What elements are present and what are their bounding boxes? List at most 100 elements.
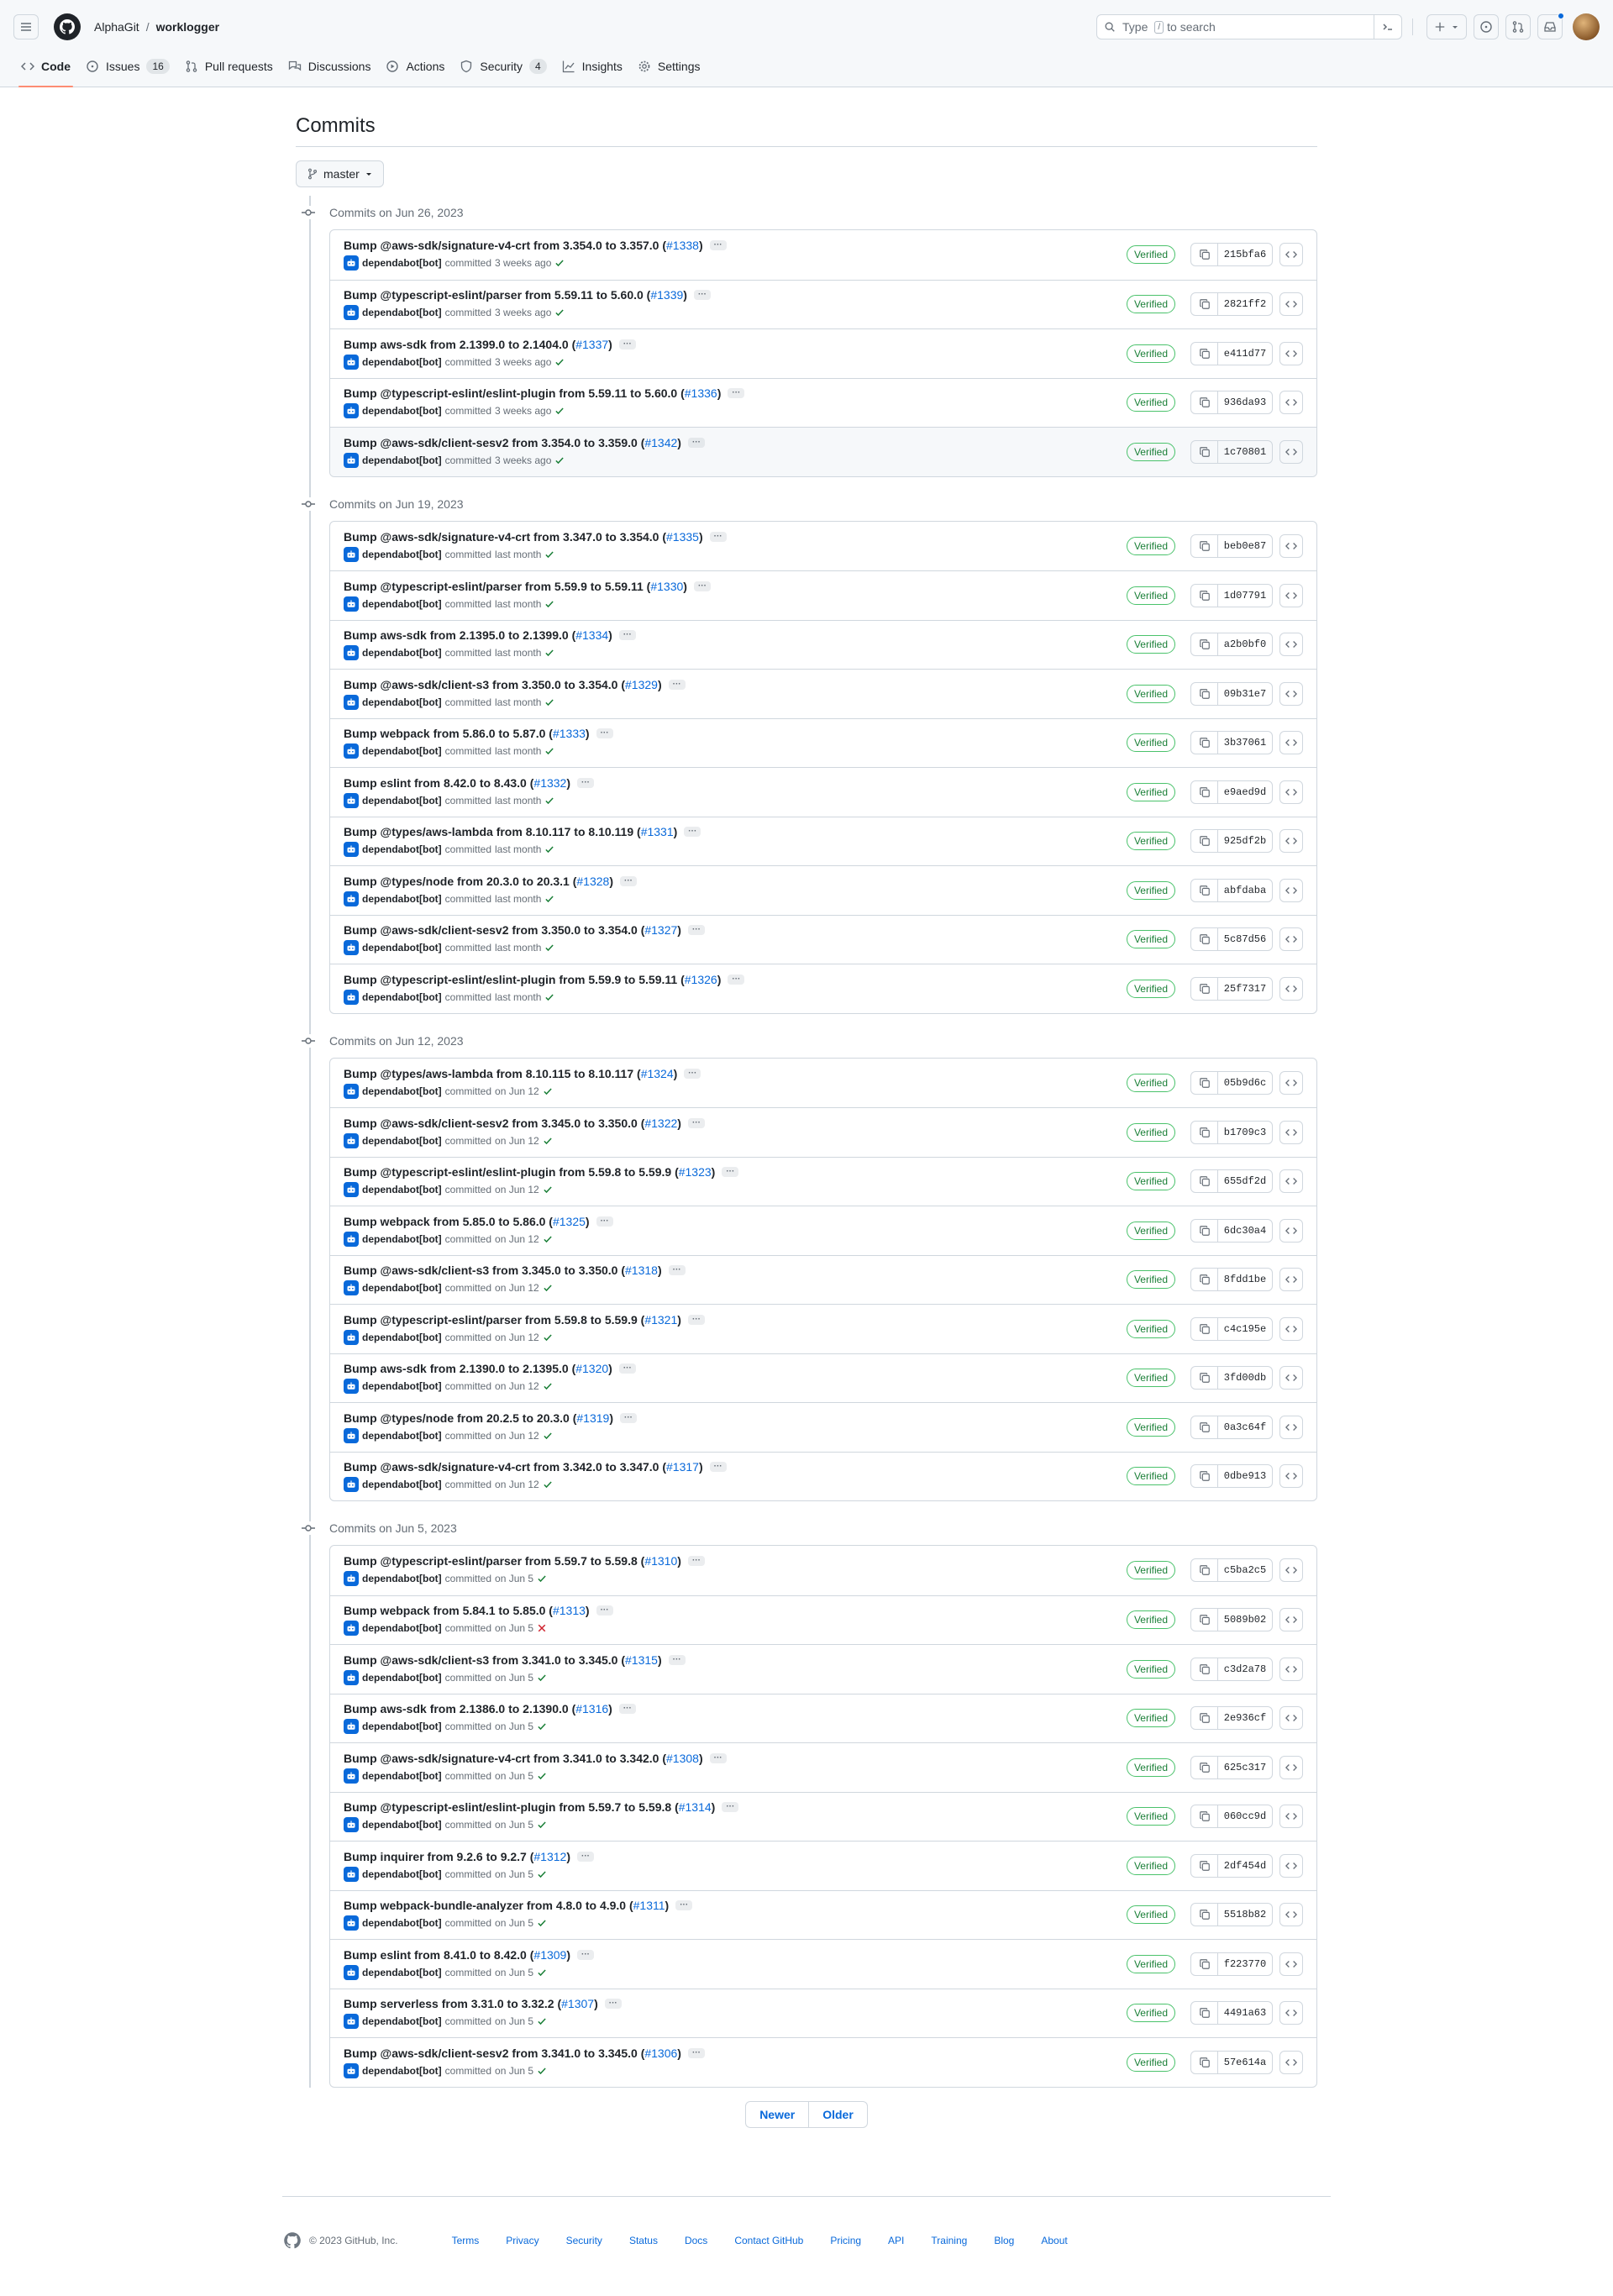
commit-title-link[interactable]: Bump @types/node from 20.2.5 to 20.3.0 (… — [344, 1411, 613, 1425]
copy-sha-button[interactable] — [1191, 1854, 1218, 1877]
commit-sha-link[interactable]: 05b9d6c — [1218, 1072, 1272, 1094]
dependabot-avatar[interactable] — [344, 1768, 359, 1784]
commit-sha-link[interactable]: 5518b82 — [1218, 1904, 1272, 1926]
verified-badge[interactable]: Verified — [1126, 1807, 1175, 1826]
verified-badge[interactable]: Verified — [1126, 295, 1175, 314]
check-icon[interactable] — [554, 357, 565, 367]
expand-commit-message-button[interactable]: ··· — [596, 728, 613, 739]
footer-link[interactable]: Blog — [980, 2235, 1027, 2246]
commit-title-link[interactable]: Bump @aws-sdk/client-s3 from 3.341.0 to … — [344, 1653, 662, 1667]
copy-sha-button[interactable] — [1191, 1170, 1218, 1193]
pull-request-link[interactable]: #1306 — [644, 2046, 677, 2060]
commit-author-link[interactable]: dependabot[bot] — [362, 598, 442, 610]
expand-commit-message-button[interactable]: ··· — [596, 1605, 613, 1616]
commit-title-link[interactable]: Bump @typescript-eslint/eslint-plugin fr… — [344, 973, 721, 986]
browse-repo-at-commit-button[interactable] — [1279, 1169, 1303, 1194]
commit-author-link[interactable]: dependabot[bot] — [362, 1135, 442, 1147]
commit-author-link[interactable]: dependabot[bot] — [362, 356, 442, 368]
check-icon[interactable] — [544, 648, 554, 658]
copy-sha-button[interactable] — [1191, 1071, 1218, 1094]
verified-badge[interactable]: Verified — [1126, 393, 1175, 412]
commit-title-link[interactable]: Bump @typescript-eslint/parser from 5.59… — [344, 288, 687, 302]
check-icon[interactable] — [543, 1234, 553, 1244]
commit-title-link[interactable]: Bump eslint from 8.42.0 to 8.43.0 (#1332… — [344, 776, 570, 790]
copy-sha-button[interactable] — [1191, 1707, 1218, 1730]
pull-request-link[interactable]: #1328 — [576, 875, 609, 888]
commit-author-link[interactable]: dependabot[bot] — [362, 549, 442, 560]
pull-request-link[interactable]: #1326 — [685, 973, 717, 986]
dependabot-avatar[interactable] — [344, 354, 359, 370]
expand-commit-message-button[interactable]: ··· — [709, 1462, 727, 1473]
newer-button[interactable]: Newer — [745, 2100, 810, 2128]
commit-author-link[interactable]: dependabot[bot] — [362, 2015, 442, 2027]
x-icon[interactable] — [537, 1623, 547, 1633]
browse-repo-at-commit-button[interactable] — [1279, 533, 1303, 558]
expand-commit-message-button[interactable]: ··· — [577, 777, 595, 788]
commit-title-link[interactable]: Bump @typescript-eslint/eslint-plugin fr… — [344, 1165, 715, 1179]
verified-badge[interactable]: Verified — [1126, 979, 1175, 998]
commit-title-link[interactable]: Bump @aws-sdk/client-sesv2 from 3.341.0 … — [344, 2046, 681, 2060]
verified-badge[interactable]: Verified — [1126, 930, 1175, 949]
pull-request-link[interactable]: #1342 — [644, 436, 677, 449]
check-icon[interactable] — [554, 455, 565, 465]
copy-sha-button[interactable] — [1191, 1317, 1218, 1340]
verified-badge[interactable]: Verified — [1126, 880, 1175, 900]
copy-sha-button[interactable] — [1191, 1219, 1218, 1242]
commit-title-link[interactable]: Bump aws-sdk from 2.1390.0 to 2.1395.0 (… — [344, 1362, 612, 1375]
commit-sha-link[interactable]: 09b31e7 — [1218, 683, 1272, 705]
commit-sha-link[interactable]: c4c195e — [1218, 1318, 1272, 1340]
browse-repo-at-commit-button[interactable] — [1279, 583, 1303, 607]
copy-sha-button[interactable] — [1191, 244, 1218, 266]
pull-request-link[interactable]: #1319 — [576, 1411, 609, 1425]
dependabot-avatar[interactable] — [344, 255, 359, 271]
tab-issues[interactable]: Issues 16 — [78, 46, 177, 87]
command-palette-icon[interactable] — [1374, 15, 1395, 39]
commit-title-link[interactable]: Bump @aws-sdk/client-s3 from 3.345.0 to … — [344, 1264, 662, 1277]
browse-repo-at-commit-button[interactable] — [1279, 1464, 1303, 1489]
commit-sha-link[interactable]: c5ba2c5 — [1218, 1559, 1272, 1581]
commit-sha-link[interactable]: 6dc30a4 — [1218, 1220, 1272, 1242]
commit-author-link[interactable]: dependabot[bot] — [362, 647, 442, 659]
commit-title-link[interactable]: Bump @aws-sdk/signature-v4-crt from 3.34… — [344, 530, 703, 544]
expand-commit-message-button[interactable]: ··· — [668, 1654, 686, 1665]
browse-repo-at-commit-button[interactable] — [1279, 633, 1303, 657]
commit-author-link[interactable]: dependabot[bot] — [362, 257, 442, 269]
browse-repo-at-commit-button[interactable] — [1279, 1366, 1303, 1390]
check-icon[interactable] — [543, 1136, 553, 1146]
inbox-button[interactable] — [1537, 13, 1564, 39]
verified-badge[interactable]: Verified — [1126, 536, 1175, 555]
dependabot-avatar[interactable] — [344, 989, 359, 1005]
verified-badge[interactable]: Verified — [1126, 1122, 1175, 1142]
browse-repo-at-commit-button[interactable] — [1279, 1853, 1303, 1878]
verified-badge[interactable]: Verified — [1126, 1659, 1175, 1679]
verified-badge[interactable]: Verified — [1126, 1709, 1175, 1728]
verified-badge[interactable]: Verified — [1126, 2004, 1175, 2023]
dependabot-avatar[interactable] — [344, 1427, 359, 1443]
pull-request-link[interactable]: #1317 — [666, 1460, 699, 1474]
browse-repo-at-commit-button[interactable] — [1279, 341, 1303, 365]
commit-title-link[interactable]: Bump webpack from 5.84.1 to 5.85.0 (#131… — [344, 1604, 590, 1617]
dependabot-avatar[interactable] — [344, 546, 359, 562]
copy-sha-button[interactable] — [1191, 1904, 1218, 1926]
copy-sha-button[interactable] — [1191, 879, 1218, 901]
commit-author-link[interactable]: dependabot[bot] — [362, 1672, 442, 1684]
pull-request-link[interactable]: #1320 — [575, 1362, 608, 1375]
expand-commit-message-button[interactable]: ··· — [618, 339, 636, 349]
browse-repo-at-commit-button[interactable] — [1279, 1268, 1303, 1292]
hamburger-menu-button[interactable] — [13, 14, 39, 39]
verified-badge[interactable]: Verified — [1126, 635, 1175, 654]
browse-repo-at-commit-button[interactable] — [1279, 439, 1303, 464]
check-icon[interactable] — [544, 796, 554, 806]
repo-owner-link[interactable]: AlphaGit — [94, 20, 139, 34]
check-icon[interactable] — [543, 1431, 553, 1441]
verified-badge[interactable]: Verified — [1126, 1319, 1175, 1338]
check-icon[interactable] — [544, 746, 554, 756]
browse-repo-at-commit-button[interactable] — [1279, 878, 1303, 902]
commit-sha-link[interactable]: 3fd00db — [1218, 1367, 1272, 1389]
pull-request-link[interactable]: #1314 — [679, 1800, 712, 1814]
expand-commit-message-button[interactable]: ··· — [618, 630, 636, 641]
commit-author-link[interactable]: dependabot[bot] — [362, 1380, 442, 1392]
dependabot-avatar[interactable] — [344, 2014, 359, 2030]
commit-sha-link[interactable]: a2b0bf0 — [1218, 633, 1272, 655]
commit-sha-link[interactable]: 655df2d — [1218, 1170, 1272, 1192]
